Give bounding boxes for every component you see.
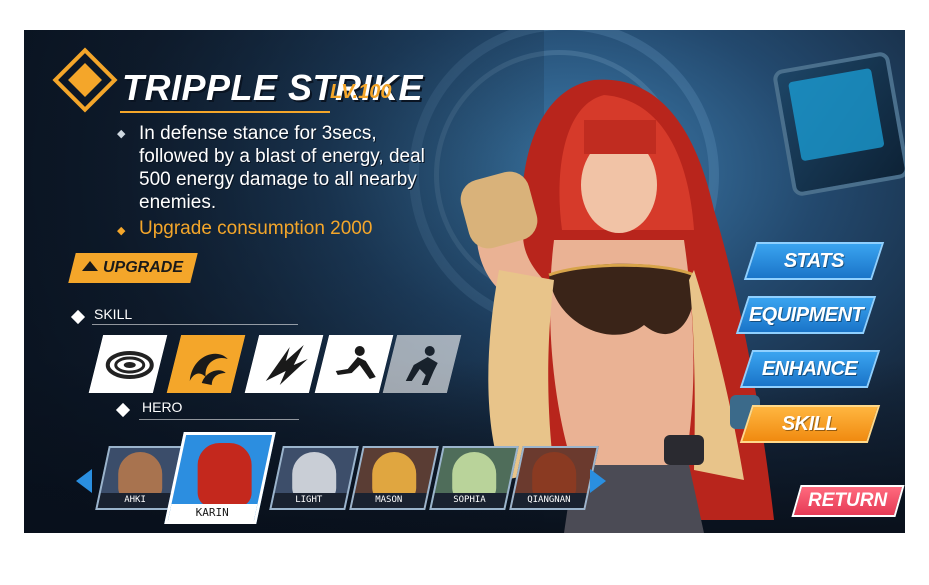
title-underline [120, 111, 330, 113]
menu-equipment-button[interactable]: EQUIPMENT [735, 296, 877, 334]
game-screen: TRIPPLE STRIKE LV.100 ◆ In defense stanc… [24, 30, 905, 533]
skill-section-line [92, 324, 298, 325]
hero-card-karin[interactable]: KARIN [164, 432, 276, 524]
hero-name-label: KARIN [196, 506, 230, 519]
hero-section-line [139, 419, 299, 420]
monitor-prop [771, 50, 905, 198]
hero-card-light[interactable]: LIGHT [269, 446, 359, 510]
menu-enhance-label: ENHANCE [762, 357, 858, 380]
upgrade-button[interactable]: UPGRADE [68, 253, 198, 283]
hero-name-label: AHKI [124, 495, 147, 505]
menu-skill-button[interactable]: SKILL [739, 405, 881, 443]
hero-card-mason[interactable]: MASON [349, 446, 439, 510]
menu-skill-label: SKILL [782, 412, 838, 435]
menu-enhance-button[interactable]: ENHANCE [739, 350, 881, 388]
skill-description: In defense stance for 3secs, followed by… [139, 123, 425, 213]
hero-name-label: SOPHIA [452, 495, 486, 505]
skill-section-header: SKILL [94, 306, 133, 322]
hero-scroll-right-icon[interactable] [590, 469, 606, 493]
upgrade-bullet-icon: ◆ [117, 225, 126, 237]
hero-name-label: LIGHT [295, 495, 323, 505]
menu-equipment-label: EQUIPMENT [748, 303, 864, 326]
skill-level: LV.100 [330, 81, 392, 103]
hero-scroll-left-icon[interactable] [76, 469, 92, 493]
description-bullet-icon: ◆ [117, 128, 126, 140]
hero-section-header: HERO [142, 399, 183, 415]
upgrade-consumption: Upgrade consumption 2000 [139, 218, 373, 239]
hero-card-sophia[interactable]: SOPHIA [429, 446, 519, 510]
hero-name-label: MASON [375, 495, 403, 505]
upgrade-arrow-icon [82, 261, 99, 271]
hero-name-label: QIANGNAN [527, 495, 571, 505]
upgrade-button-label: UPGRADE [103, 259, 184, 276]
hero-card-qiangnan[interactable]: QIANGNAN [509, 446, 599, 510]
return-button-label: RETURN [808, 490, 888, 511]
menu-stats-button[interactable]: STATS [743, 242, 885, 280]
return-button[interactable]: RETURN [791, 485, 905, 517]
menu-stats-label: STATS [783, 249, 845, 272]
